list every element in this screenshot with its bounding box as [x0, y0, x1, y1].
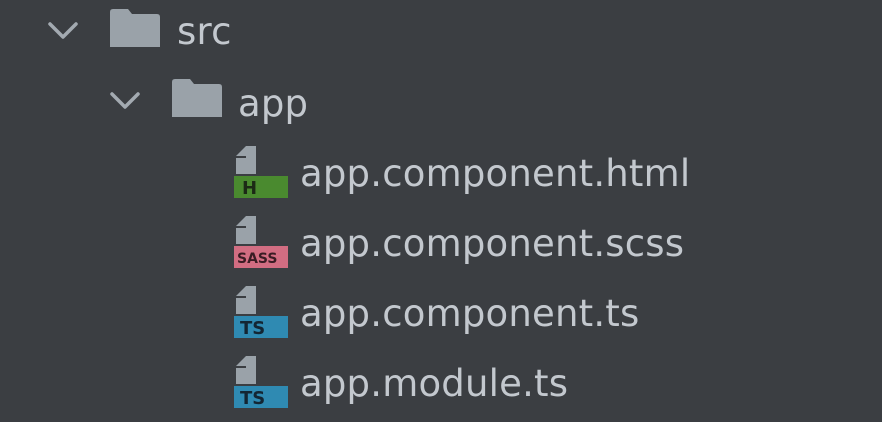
sass-file-icon: SASS	[234, 216, 288, 268]
html-file-icon: H	[234, 146, 288, 199]
folder-icon	[110, 9, 160, 47]
tree-node-src[interactable]: src	[0, 0, 882, 70]
chevron-down-icon[interactable]	[46, 20, 80, 42]
tree-node-app[interactable]: app	[0, 70, 882, 140]
tree-file-label: app.module.ts	[300, 362, 569, 405]
tree-file-html[interactable]: H app.component.html	[0, 140, 882, 210]
tree-node-label: app	[238, 82, 309, 125]
tree-node-label: src	[177, 10, 232, 53]
badge-text: H	[242, 178, 257, 199]
tree-file-module-ts[interactable]: TS app.module.ts	[0, 350, 882, 420]
tree-file-scss[interactable]: SASS app.component.scss	[0, 210, 882, 280]
chevron-down-icon[interactable]	[108, 90, 142, 112]
badge-text: TS	[240, 318, 265, 339]
tree-file-label: app.component.ts	[300, 292, 640, 335]
typescript-file-icon: TS	[234, 286, 288, 339]
tree-file-label: app.component.html	[300, 152, 691, 195]
folder-icon	[172, 79, 222, 117]
project-file-tree: src app H app.component.html SASS app.co…	[0, 0, 882, 422]
tree-file-label: app.component.scss	[300, 222, 685, 265]
typescript-file-icon: TS	[234, 356, 288, 409]
tree-file-component-ts[interactable]: TS app.component.ts	[0, 280, 882, 350]
badge-text: SASS	[237, 251, 277, 267]
badge-text: TS	[240, 388, 265, 409]
